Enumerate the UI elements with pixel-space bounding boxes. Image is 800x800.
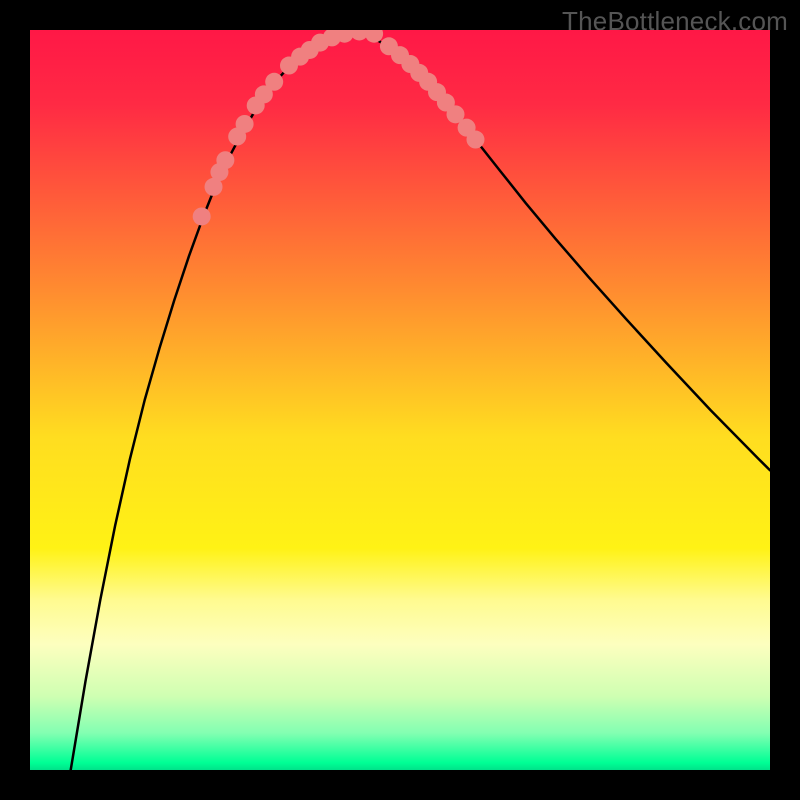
highlight-dot <box>265 73 283 91</box>
highlight-dot <box>236 115 254 133</box>
chart-background <box>30 30 770 770</box>
highlight-dot <box>193 207 211 225</box>
highlight-dot <box>466 131 484 149</box>
highlight-dot <box>216 151 234 169</box>
chart-svg <box>30 30 770 770</box>
chart-plot-area <box>30 30 770 770</box>
